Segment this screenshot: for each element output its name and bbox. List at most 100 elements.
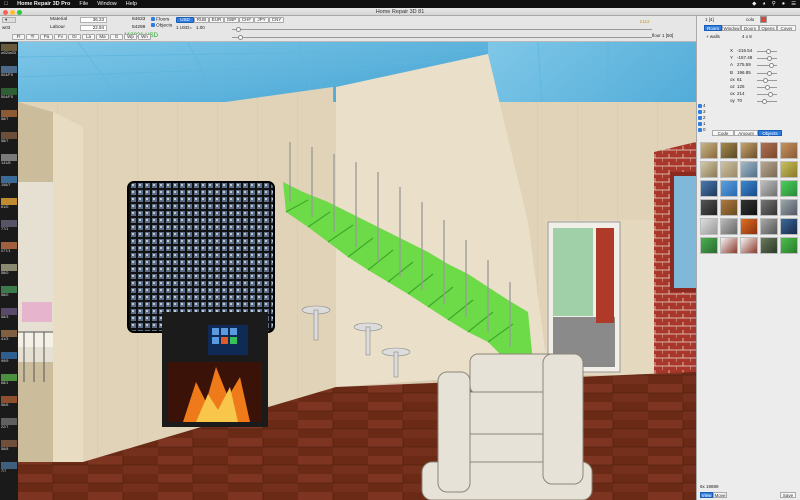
- socket-object-icon[interactable]: [700, 237, 718, 254]
- currency-cny[interactable]: CNY: [269, 17, 284, 23]
- level-checkbox[interactable]: 2: [698, 115, 706, 120]
- search-icon[interactable]: ⚲: [772, 1, 776, 7]
- 3d-viewport[interactable]: [18, 42, 696, 500]
- floor-slider[interactable]: [232, 35, 652, 40]
- prop-slider[interactable]: [757, 92, 777, 98]
- cabinet-dark-object-icon[interactable]: [700, 199, 718, 216]
- wifi-icon[interactable]: ◕: [762, 1, 765, 7]
- tab-amount[interactable]: Amount: [734, 130, 758, 136]
- menu-window[interactable]: Window: [97, 1, 117, 7]
- apple-icon[interactable]: : [4, 1, 8, 7]
- prop-value[interactable]: 125: [737, 84, 745, 89]
- level-checkbox[interactable]: 0: [698, 127, 706, 132]
- history-thumb[interactable]: 58/7: [1, 110, 17, 122]
- labour-field[interactable]: 22.94: [80, 25, 107, 31]
- rate-value[interactable]: 1.00: [196, 25, 205, 30]
- blue-box-object-icon[interactable]: [740, 180, 758, 197]
- view-slider[interactable]: [232, 27, 652, 32]
- project-selector[interactable]: ▾: [2, 17, 16, 23]
- prop-value[interactable]: 61: [737, 77, 742, 82]
- mode-button[interactable]: La: [82, 34, 95, 40]
- view-button[interactable]: View: [700, 492, 713, 498]
- history-thumb[interactable]: 156/7: [1, 176, 17, 188]
- mode-button[interactable]: Wn: [138, 34, 151, 40]
- dropbox-icon[interactable]: ◆: [752, 1, 756, 7]
- green-object-icon[interactable]: [780, 180, 798, 197]
- mode-button[interactable]: Gr: [68, 34, 81, 40]
- window-object-icon[interactable]: [720, 237, 738, 254]
- history-thumb[interactable]: 58/8: [1, 440, 17, 452]
- move-button[interactable]: Move: [713, 492, 727, 498]
- scene-render[interactable]: [18, 42, 696, 500]
- tab-room[interactable]: Room: [704, 25, 722, 31]
- history-thumb[interactable]: 77/1: [1, 220, 17, 232]
- history-thumb[interactable]: 504/F5: [1, 88, 17, 100]
- history-thumb[interactable]: 504/F5: [1, 66, 17, 78]
- mode-button[interactable]: Pa: [40, 34, 53, 40]
- menu-app-name[interactable]: Home Repair 3D Pro: [17, 1, 70, 7]
- history-thumb[interactable]: 077/1: [1, 242, 17, 254]
- plant-object-icon[interactable]: [780, 237, 798, 254]
- color-swatch[interactable]: [760, 16, 767, 23]
- mesh-object-icon[interactable]: [780, 199, 798, 216]
- tab-window[interactable]: Window: [722, 25, 741, 31]
- mode-button[interactable]: Fl: [12, 34, 25, 40]
- save-button[interactable]: Save: [780, 492, 796, 498]
- currency-usd[interactable]: USD: [176, 17, 194, 23]
- prop-value[interactable]: 214: [737, 91, 745, 96]
- menu-file[interactable]: File: [79, 1, 88, 7]
- rug-object-icon[interactable]: [760, 142, 778, 159]
- close-icon[interactable]: [3, 10, 8, 15]
- frame-small-object-icon[interactable]: [760, 218, 778, 235]
- history-thumb[interactable]: 58/7: [1, 132, 17, 144]
- level-checkbox[interactable]: 3: [698, 109, 706, 114]
- window-two-object-icon[interactable]: [740, 237, 758, 254]
- currency-chf[interactable]: CHF: [239, 17, 254, 23]
- prop-slider[interactable]: [757, 56, 777, 62]
- tab-objects[interactable]: Objects: [758, 130, 782, 136]
- history-thumb[interactable]: 58/0: [1, 264, 17, 276]
- prop-value[interactable]: 196.85: [737, 70, 751, 75]
- prop-value[interactable]: -157.48: [737, 55, 752, 60]
- history-thumb[interactable]: 58/0: [1, 286, 17, 298]
- fire-object-icon[interactable]: [740, 218, 758, 235]
- prop-slider[interactable]: [757, 63, 777, 69]
- mode-button[interactable]: Tl: [26, 34, 39, 40]
- cabinet-object-icon[interactable]: [740, 161, 758, 178]
- tv-object-icon[interactable]: [700, 180, 718, 197]
- blue-panel-object-icon[interactable]: [720, 180, 738, 197]
- history-thumb[interactable]: 7/7: [1, 462, 17, 474]
- menu-help[interactable]: Help: [126, 1, 137, 7]
- chair-object-icon[interactable]: [720, 142, 738, 159]
- user-icon[interactable]: ●: [782, 1, 785, 7]
- pillow-two-object-icon[interactable]: [760, 161, 778, 178]
- prop-value[interactable]: -216.54: [737, 48, 752, 53]
- tab-opens[interactable]: Opens: [759, 25, 777, 31]
- prop-value[interactable]: 275.59: [737, 62, 751, 67]
- prop-slider[interactable]: [757, 77, 777, 83]
- currency-eur[interactable]: EUR: [209, 17, 224, 23]
- history-thumb[interactable]: 61/0: [1, 198, 17, 210]
- shelves-object-icon[interactable]: [720, 218, 738, 235]
- floors-checkbox[interactable]: Floors: [151, 17, 169, 22]
- shelf-object-icon[interactable]: [700, 161, 718, 178]
- level-checkbox[interactable]: 1: [698, 121, 706, 126]
- level-checkbox[interactable]: 4: [698, 103, 706, 108]
- history-thumb[interactable]: 56/6: [1, 396, 17, 408]
- prop-value[interactable]: 70: [737, 98, 742, 103]
- mode-button[interactable]: Fv: [54, 34, 67, 40]
- history-thumb[interactable]: 99/9: [1, 352, 17, 364]
- prop-slider[interactable]: [757, 49, 777, 54]
- tab-cover[interactable]: Cover: [777, 25, 796, 31]
- history-thumb[interactable]: w02/w03: [1, 44, 17, 56]
- lamp-object-icon[interactable]: [780, 161, 798, 178]
- history-thumb[interactable]: 58/3: [1, 308, 17, 320]
- sofa-object-icon[interactable]: [780, 142, 798, 159]
- zoom-icon[interactable]: [17, 10, 22, 15]
- currency-gbp[interactable]: GBP: [224, 17, 239, 23]
- pillow-object-icon[interactable]: [720, 161, 738, 178]
- currency-rub[interactable]: RUB: [194, 17, 209, 23]
- dots-object-icon[interactable]: [760, 199, 778, 216]
- history-thumb[interactable]: 141/8: [1, 154, 17, 166]
- building-object-icon[interactable]: [740, 142, 758, 159]
